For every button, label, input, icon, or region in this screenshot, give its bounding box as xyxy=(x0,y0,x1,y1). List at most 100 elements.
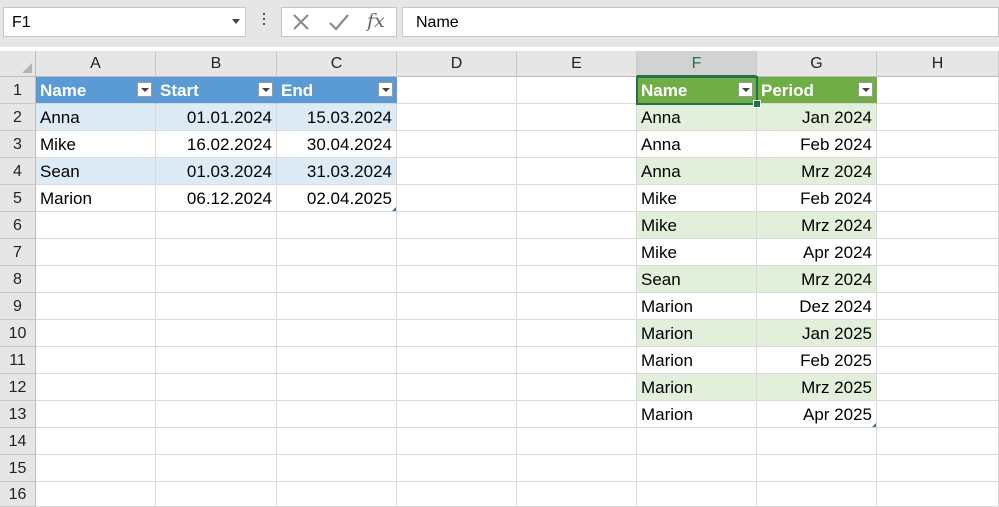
more-options-icon[interactable] xyxy=(263,13,266,30)
check-icon[interactable] xyxy=(328,12,350,32)
cell-d16[interactable] xyxy=(397,482,517,507)
cell-f8[interactable]: Sean xyxy=(637,266,757,293)
cell-e1[interactable] xyxy=(517,77,637,104)
cell-h7[interactable] xyxy=(877,239,999,266)
column-header-c[interactable]: C xyxy=(277,51,397,77)
row-header-14[interactable]: 14 xyxy=(0,428,36,455)
cell-g2[interactable]: Jan 2024 xyxy=(757,104,877,131)
cell-f3[interactable]: Anna xyxy=(637,131,757,158)
cell-e12[interactable] xyxy=(517,374,637,401)
row-header-9[interactable]: 9 xyxy=(0,293,36,320)
cell-a10[interactable] xyxy=(36,320,156,347)
cell-h12[interactable] xyxy=(877,374,999,401)
row-header-13[interactable]: 13 xyxy=(0,401,36,428)
cell-e10[interactable] xyxy=(517,320,637,347)
cell-e11[interactable] xyxy=(517,347,637,374)
cell-a11[interactable] xyxy=(36,347,156,374)
cell-e4[interactable] xyxy=(517,158,637,185)
cell-h5[interactable] xyxy=(877,185,999,212)
cell-c8[interactable] xyxy=(277,266,397,293)
row-header-11[interactable]: 11 xyxy=(0,347,36,374)
cell-d8[interactable] xyxy=(397,266,517,293)
cell-g16[interactable] xyxy=(757,482,877,507)
cell-g8[interactable]: Mrz 2024 xyxy=(757,266,877,293)
table1-header-end[interactable]: End xyxy=(277,77,397,104)
row-header-2[interactable]: 2 xyxy=(0,104,36,131)
cell-c2[interactable]: 15.03.2024 xyxy=(277,104,397,131)
row-header-1[interactable]: 1 xyxy=(0,77,36,104)
cell-a7[interactable] xyxy=(36,239,156,266)
cell-b13[interactable] xyxy=(156,401,277,428)
chevron-down-icon[interactable] xyxy=(232,19,240,24)
cell-c15[interactable] xyxy=(277,455,397,482)
row-header-4[interactable]: 4 xyxy=(0,158,36,185)
cell-h2[interactable] xyxy=(877,104,999,131)
name-box-value[interactable]: F1 xyxy=(12,14,31,32)
cell-c10[interactable] xyxy=(277,320,397,347)
formula-input[interactable]: Name xyxy=(402,7,999,37)
name-box[interactable]: F1 xyxy=(3,7,246,37)
table1-header-start[interactable]: Start xyxy=(156,77,277,104)
cell-a6[interactable] xyxy=(36,212,156,239)
cell-b7[interactable] xyxy=(156,239,277,266)
cell-a13[interactable] xyxy=(36,401,156,428)
cell-d11[interactable] xyxy=(397,347,517,374)
filter-dropdown-icon[interactable] xyxy=(378,82,393,97)
cell-g7[interactable]: Apr 2024 xyxy=(757,239,877,266)
cell-b6[interactable] xyxy=(156,212,277,239)
close-icon[interactable] xyxy=(291,12,311,32)
cell-e16[interactable] xyxy=(517,482,637,507)
row-header-3[interactable]: 3 xyxy=(0,131,36,158)
column-header-a[interactable]: A xyxy=(36,51,156,77)
cell-e13[interactable] xyxy=(517,401,637,428)
cell-b9[interactable] xyxy=(156,293,277,320)
cell-h16[interactable] xyxy=(877,482,999,507)
table-resize-handle-icon[interactable] xyxy=(392,207,396,211)
row-header-15[interactable]: 15 xyxy=(0,455,36,482)
table1-header-name[interactable]: Name xyxy=(36,77,156,104)
cell-g14[interactable] xyxy=(757,428,877,455)
cell-f6[interactable]: Mike xyxy=(637,212,757,239)
cell-b10[interactable] xyxy=(156,320,277,347)
cell-f11[interactable]: Marion xyxy=(637,347,757,374)
cell-f10[interactable]: Marion xyxy=(637,320,757,347)
cell-b15[interactable] xyxy=(156,455,277,482)
column-header-g[interactable]: G xyxy=(757,51,877,77)
cell-a5[interactable]: Marion xyxy=(36,185,156,212)
column-header-e[interactable]: E xyxy=(517,51,637,77)
cell-c5[interactable]: 02.04.2025 xyxy=(277,185,397,212)
cell-g6[interactable]: Mrz 2024 xyxy=(757,212,877,239)
cell-d3[interactable] xyxy=(397,131,517,158)
column-header-f[interactable]: F xyxy=(637,51,757,77)
cell-d13[interactable] xyxy=(397,401,517,428)
table-resize-handle-icon[interactable] xyxy=(872,423,876,427)
cell-f12[interactable]: Marion xyxy=(637,374,757,401)
cell-h15[interactable] xyxy=(877,455,999,482)
cell-e15[interactable] xyxy=(517,455,637,482)
cell-h4[interactable] xyxy=(877,158,999,185)
cell-a15[interactable] xyxy=(36,455,156,482)
column-header-h[interactable]: H xyxy=(877,51,999,77)
cell-a3[interactable]: Mike xyxy=(36,131,156,158)
cell-h13[interactable] xyxy=(877,401,999,428)
table2-header-name[interactable]: Name xyxy=(637,77,757,104)
row-header-10[interactable]: 10 xyxy=(0,320,36,347)
fill-handle[interactable] xyxy=(753,100,761,108)
cell-c7[interactable] xyxy=(277,239,397,266)
cell-b16[interactable] xyxy=(156,482,277,507)
cell-c11[interactable] xyxy=(277,347,397,374)
cell-b3[interactable]: 16.02.2024 xyxy=(156,131,277,158)
filter-dropdown-icon[interactable] xyxy=(858,82,873,97)
cell-b12[interactable] xyxy=(156,374,277,401)
cell-g15[interactable] xyxy=(757,455,877,482)
cell-g12[interactable]: Mrz 2025 xyxy=(757,374,877,401)
cell-b8[interactable] xyxy=(156,266,277,293)
cell-c4[interactable]: 31.03.2024 xyxy=(277,158,397,185)
row-header-12[interactable]: 12 xyxy=(0,374,36,401)
cell-a16[interactable] xyxy=(36,482,156,507)
table2-header-period[interactable]: Period xyxy=(757,77,877,104)
cell-d4[interactable] xyxy=(397,158,517,185)
filter-dropdown-icon[interactable] xyxy=(738,82,753,97)
select-all-button[interactable] xyxy=(0,51,36,77)
cell-a2[interactable]: Anna xyxy=(36,104,156,131)
